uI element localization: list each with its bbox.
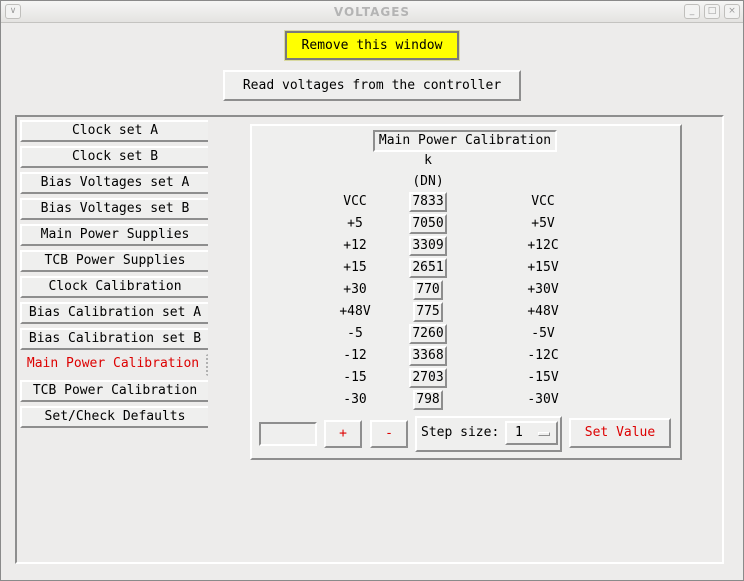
row-left-label: -12: [343, 348, 367, 363]
maximize-button[interactable]: □: [704, 4, 720, 19]
row-right-label: -15V: [527, 370, 559, 385]
tab-main-power-calibration[interactable]: Main Power Calibration: [20, 354, 208, 376]
tab-tcb-power-supplies[interactable]: TCB Power Supplies: [20, 250, 208, 272]
row-right-label: -5V: [531, 326, 555, 341]
k-label: k: [424, 153, 432, 168]
row-value-field[interactable]: 7260: [409, 324, 447, 344]
row-right-label: +12C: [527, 238, 559, 253]
row-value-field[interactable]: 2703: [409, 368, 447, 388]
tab-bias-voltages-set-b[interactable]: Bias Voltages set B: [20, 198, 208, 220]
decrement-button[interactable]: -: [370, 420, 408, 448]
header-value-field[interactable]: 7833: [409, 192, 447, 212]
tab-clock-set-a[interactable]: Clock set A: [20, 120, 208, 142]
row-left-label: +5: [347, 216, 363, 231]
tab-bias-voltages-set-a[interactable]: Bias Voltages set A: [20, 172, 208, 194]
title-bar[interactable]: ∨ VOLTAGES _ □ ×: [1, 1, 743, 23]
right-header: VCC: [531, 194, 555, 209]
row-value-field[interactable]: 798: [413, 390, 443, 410]
row-right-label: +30V: [527, 282, 559, 297]
row-value-field[interactable]: 770: [413, 280, 443, 300]
step-size-label: Step size:: [421, 425, 500, 440]
row-value-field[interactable]: 775: [413, 302, 443, 322]
tab-bias-calibration-set-a[interactable]: Bias Calibration set A: [20, 302, 208, 324]
tab-tcb-power-calibration[interactable]: TCB Power Calibration: [20, 380, 208, 402]
close-button[interactable]: ×: [724, 4, 740, 19]
unit-label: (DN): [412, 174, 444, 189]
row-left-label: -30: [343, 392, 367, 407]
remove-window-button[interactable]: Remove this window: [284, 30, 460, 61]
set-value-button[interactable]: Set Value: [569, 418, 671, 448]
row-value-field[interactable]: 7050: [409, 214, 447, 234]
calibration-panel: [250, 124, 682, 460]
row-left-label: -5: [347, 326, 363, 341]
row-value-field[interactable]: 2651: [409, 258, 447, 278]
minimize-button[interactable]: _: [684, 4, 700, 19]
row-right-label: -12C: [527, 348, 559, 363]
row-left-label: -15: [343, 370, 367, 385]
read-voltages-button[interactable]: Read voltages from the controller: [223, 70, 521, 101]
row-right-label: -30V: [527, 392, 559, 407]
row-right-label: +5V: [531, 216, 555, 231]
tab-set-check-defaults[interactable]: Set/Check Defaults: [20, 406, 208, 428]
row-value-field[interactable]: 3309: [409, 236, 447, 256]
row-value-field[interactable]: 3368: [409, 346, 447, 366]
value-entry-field[interactable]: [259, 422, 317, 446]
step-size-value: 1: [515, 425, 523, 440]
row-right-label: +15V: [527, 260, 559, 275]
tab-main-power-supplies[interactable]: Main Power Supplies: [20, 224, 208, 246]
row-left-label: +15: [343, 260, 367, 275]
increment-button[interactable]: +: [324, 420, 362, 448]
step-size-select[interactable]: 1: [505, 421, 558, 445]
tab-clock-set-b[interactable]: Clock set B: [20, 146, 208, 168]
left-header: VCC: [343, 194, 367, 209]
tab-clock-calibration[interactable]: Clock Calibration: [20, 276, 208, 298]
panel-title: Main Power Calibration: [373, 130, 557, 152]
tab-bias-calibration-set-b[interactable]: Bias Calibration set B: [20, 328, 208, 350]
row-left-label: +12: [343, 238, 367, 253]
dropdown-indicator-icon: [538, 432, 550, 436]
row-left-label: +30: [343, 282, 367, 297]
row-right-label: +48V: [527, 304, 559, 319]
window-title: VOLTAGES: [333, 5, 411, 19]
row-left-label: +48V: [339, 304, 371, 319]
